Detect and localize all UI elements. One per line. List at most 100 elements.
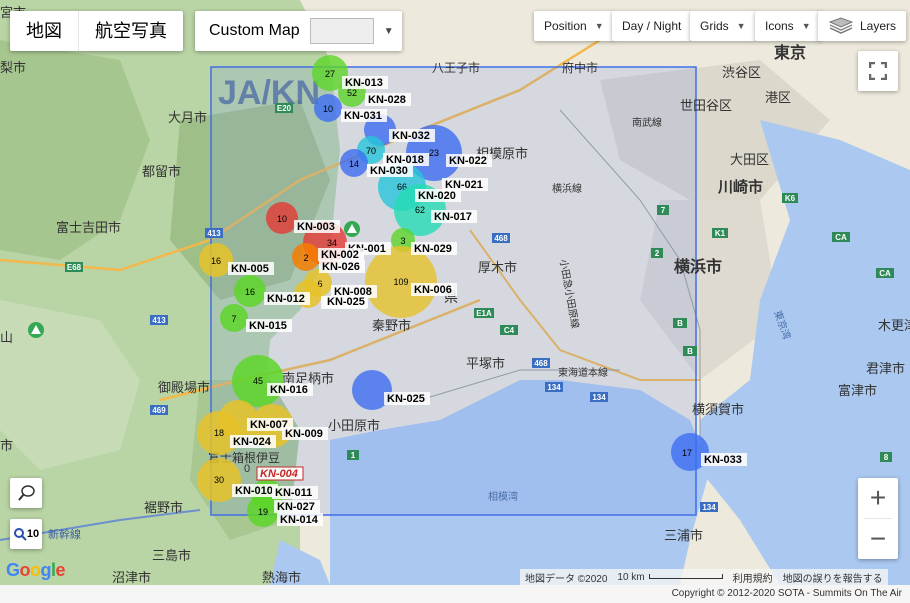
svg-text:CA: CA <box>879 269 891 278</box>
map-type-satellite-button[interactable]: 航空写真 <box>79 11 183 51</box>
svg-text:KN-009: KN-009 <box>285 428 323 440</box>
draw-tool-button[interactable] <box>10 478 42 508</box>
road-badge: C4 <box>500 325 518 335</box>
svg-text:KN-017: KN-017 <box>434 211 472 223</box>
summit-label-KN-004: KN-004 <box>256 466 304 481</box>
svg-text:KN-016: KN-016 <box>270 384 308 396</box>
road-badge: 134 <box>545 382 563 392</box>
svg-text:468: 468 <box>494 234 508 243</box>
svg-text:7: 7 <box>661 206 666 215</box>
svg-text:KN-011: KN-011 <box>275 487 312 499</box>
svg-text:B: B <box>677 319 683 328</box>
google-logo[interactable]: Google <box>6 560 66 581</box>
custom-map-swatch[interactable] <box>309 18 374 44</box>
svg-text:23: 23 <box>429 148 439 158</box>
brush-icon <box>18 485 35 501</box>
road-badge: E1A <box>474 308 494 318</box>
svg-text:裾野市: 裾野市 <box>144 500 183 515</box>
road-badge: 7 <box>657 205 669 215</box>
road-badge: B <box>683 346 697 356</box>
summit-marker: 10 <box>266 202 298 234</box>
svg-text:3: 3 <box>400 236 405 246</box>
road-badge: 468 <box>492 233 510 243</box>
map-type-map-button[interactable]: 地図 <box>10 11 78 51</box>
summit-marker: 14 <box>340 149 368 177</box>
svg-text:30: 30 <box>214 475 224 485</box>
svg-text:E20: E20 <box>277 104 292 113</box>
summit-label-KN-033: KN-033 <box>701 453 747 466</box>
road-badge: E68 <box>65 262 83 272</box>
svg-text:70: 70 <box>366 146 376 156</box>
svg-text:469: 469 <box>152 406 166 415</box>
icons-dropdown[interactable]: Icons ▼ <box>755 11 821 41</box>
svg-text:CA: CA <box>835 233 847 242</box>
summit-label-KN-013: KN-013 <box>342 76 388 89</box>
svg-text:8: 8 <box>884 453 889 462</box>
summit-marker: 2 <box>292 243 320 271</box>
summit-marker: 109 <box>365 246 437 318</box>
layers-label: Layers <box>860 19 897 33</box>
svg-text:KN-033: KN-033 <box>704 454 742 466</box>
overlay-text: JA/KN <box>218 74 320 112</box>
road-badge: K6 <box>782 193 798 203</box>
zoom-level-value: 10 <box>26 528 40 540</box>
terms-link[interactable]: 利用規約 <box>728 570 778 585</box>
svg-text:413: 413 <box>152 316 166 325</box>
svg-text:34: 34 <box>327 238 337 248</box>
svg-text:KN-030: KN-030 <box>370 165 408 177</box>
svg-text:府中市: 府中市 <box>562 60 598 75</box>
svg-text:K6: K6 <box>785 194 796 203</box>
day-night-label: Day / Night <box>622 19 682 33</box>
summit-marker: 16 <box>234 275 266 307</box>
road-badge: CA <box>876 268 894 278</box>
road-badge: B <box>673 318 687 328</box>
zoom-in-button[interactable]: + <box>858 478 898 518</box>
custom-map-select[interactable]: Custom Map ▼ <box>195 11 402 51</box>
grids-dropdown[interactable]: Grids ▼ <box>690 11 756 41</box>
svg-text:東海道本線: 東海道本線 <box>558 366 608 379</box>
zoom-out-button[interactable]: − <box>858 519 898 559</box>
svg-text:2: 2 <box>303 253 308 263</box>
svg-text:7: 7 <box>231 314 236 324</box>
summit-label-KN-023: KN-025 <box>384 392 430 405</box>
summit-label-KN-025-text[interactable]: KN-025 <box>324 296 368 308</box>
svg-text:KN-026: KN-026 <box>322 261 360 273</box>
svg-text:KN-029: KN-029 <box>414 243 452 255</box>
svg-text:16: 16 <box>211 256 221 266</box>
peak-icon <box>344 221 360 237</box>
summit-label-KN-024: KN-026 <box>319 260 365 273</box>
svg-text:御殿場市: 御殿場市 <box>158 380 210 395</box>
road-badge: E20 <box>275 103 293 113</box>
map-canvas[interactable]: JA/KN 八王子市 府中市 世田谷区 東京 渋谷区 港区 大月市 都留市 相模… <box>0 0 910 585</box>
layers-button[interactable]: Layers <box>818 11 907 41</box>
svg-text:17: 17 <box>682 448 692 458</box>
svg-text:0: 0 <box>244 463 250 475</box>
report-error-link[interactable]: 地図の誤りを報告する <box>778 570 888 585</box>
road-badge: 2 <box>651 248 663 258</box>
svg-text:KN-015: KN-015 <box>249 320 287 332</box>
road-badge: 8 <box>880 452 892 462</box>
svg-text:KN-005: KN-005 <box>231 263 269 275</box>
summit-label-KN-022: KN-022 <box>446 154 492 167</box>
scale-bar <box>648 574 723 580</box>
svg-text:大月市: 大月市 <box>168 110 207 125</box>
zoom-level-badge[interactable]: 10 <box>10 519 42 549</box>
svg-text:27: 27 <box>325 69 335 79</box>
summit-label-KN-014: KN-014 <box>277 513 323 526</box>
svg-text:木更津市: 木更津市 <box>878 318 910 333</box>
svg-text:大田区: 大田区 <box>730 152 769 167</box>
position-dropdown[interactable]: Position ▼ <box>534 11 614 41</box>
fullscreen-button[interactable] <box>858 51 898 91</box>
svg-text:E1A: E1A <box>476 309 492 318</box>
zoom-control: + − <box>858 478 898 559</box>
summit-label-KN-017: KN-017 <box>431 210 477 223</box>
svg-text:109: 109 <box>393 277 408 287</box>
svg-text:三浦市: 三浦市 <box>664 528 703 543</box>
svg-text:秦野市: 秦野市 <box>372 318 411 333</box>
svg-text:10: 10 <box>277 214 287 224</box>
summit-label-KN-032: KN-032 <box>389 129 435 142</box>
svg-text:KN-002: KN-002 <box>321 249 359 261</box>
svg-text:KN-022: KN-022 <box>449 155 487 167</box>
day-night-button[interactable]: Day / Night <box>612 11 692 41</box>
svg-text:相模湾: 相模湾 <box>488 490 518 503</box>
